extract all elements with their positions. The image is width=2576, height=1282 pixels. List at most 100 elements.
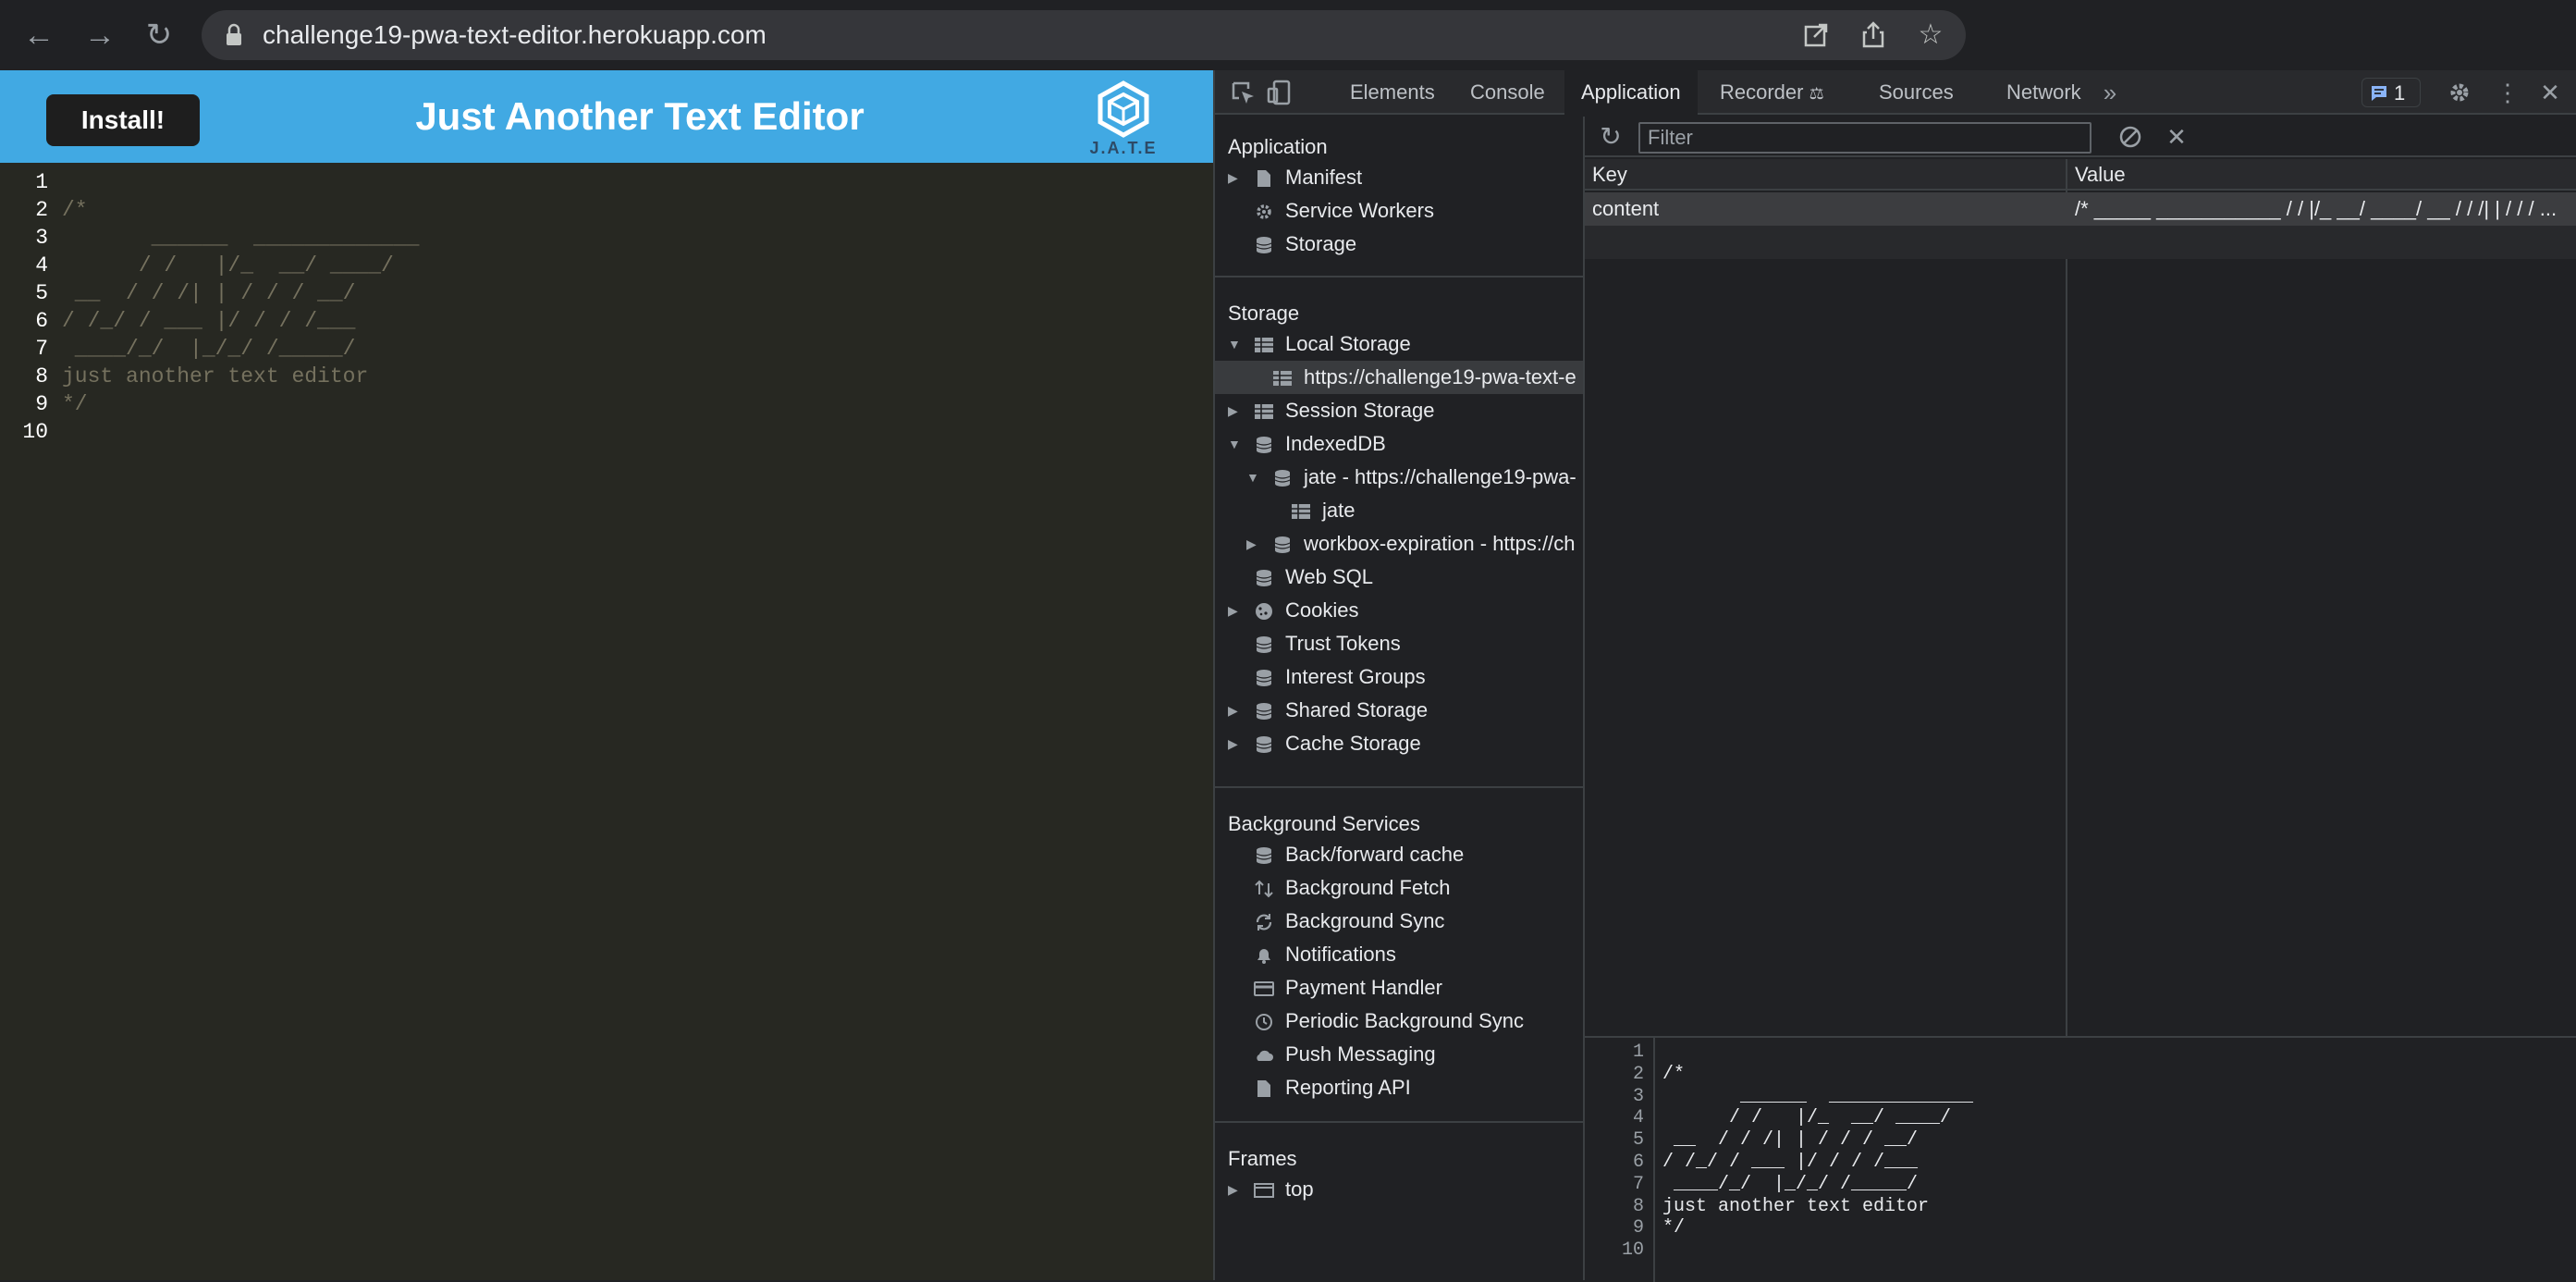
- sidebar-item-interest-groups[interactable]: Interest Groups: [1215, 660, 1583, 694]
- database-icon: [1274, 536, 1291, 553]
- clear-all-icon[interactable]: [2116, 122, 2145, 152]
- expand-right-icon[interactable]: ▶: [1228, 394, 1243, 427]
- expand-down-icon[interactable]: ▼: [1228, 327, 1243, 361]
- filter-input[interactable]: [1638, 122, 2091, 154]
- code-line[interactable]: ______ _____________: [62, 226, 420, 250]
- expand-right-icon[interactable]: ▶: [1246, 527, 1261, 561]
- code-editor[interactable]: 1 2 /* 3 ______ _____________ 4 / / |/_ __/ …: [0, 163, 1213, 1280]
- tab-recorder[interactable]: Recorder ⚖: [1703, 70, 1841, 115]
- sidebar-item-label: Web SQL: [1285, 565, 1373, 588]
- expand-right-icon[interactable]: ▶: [1228, 727, 1243, 760]
- code-line[interactable]: / / |/_ __/ ____/: [62, 253, 394, 277]
- sidebar-item-push-messaging[interactable]: Push Messaging: [1215, 1038, 1583, 1071]
- sidebar-item-web-sql[interactable]: Web SQL: [1215, 561, 1583, 594]
- issues-count: 1: [2394, 81, 2406, 105]
- inspect-element-icon[interactable]: [1228, 78, 1257, 107]
- code-line[interactable]: / /_/ / ___ |/ / / /___: [62, 309, 355, 333]
- browser-toolbar: ← → ↻ challenge19-pwa-text-editor.heroku…: [0, 0, 2576, 70]
- code-line[interactable]: /*: [62, 198, 88, 222]
- database-icon: [1256, 636, 1272, 653]
- sidebar-item-trust-tokens[interactable]: Trust Tokens: [1215, 627, 1583, 660]
- sidebar-item-local-storage-origin[interactable]: https://challenge19-pwa-text-e: [1215, 361, 1583, 394]
- line-number: 6: [35, 309, 48, 333]
- share-icon[interactable]: [1858, 20, 1888, 50]
- storage-toolbar: ↻ ✕: [1585, 117, 2576, 157]
- table-grid-icon: [1255, 404, 1273, 419]
- close-icon[interactable]: ✕: [2535, 78, 2565, 107]
- more-tabs-chevron-icon[interactable]: »: [2095, 78, 2125, 107]
- install-button[interactable]: Install!: [46, 94, 200, 146]
- reload-icon[interactable]: ↻: [141, 17, 178, 54]
- sidebar-item-indexeddb[interactable]: ▼ IndexedDB: [1215, 427, 1583, 461]
- cell-key[interactable]: content: [1585, 192, 2066, 226]
- url-text[interactable]: challenge19-pwa-text-editor.herokuapp.co…: [263, 10, 767, 60]
- sidebar-item-reporting-api[interactable]: Reporting API: [1215, 1071, 1583, 1104]
- sidebar-item-back-forward-cache[interactable]: Back/forward cache: [1215, 838, 1583, 871]
- expand-down-icon[interactable]: ▼: [1246, 461, 1261, 494]
- forward-arrow-icon[interactable]: →: [81, 17, 118, 54]
- sidebar-item-label: Local Storage: [1285, 332, 1411, 355]
- sidebar-item-background-fetch[interactable]: Background Fetch: [1215, 871, 1583, 905]
- open-in-app-icon[interactable]: [1801, 20, 1831, 50]
- expand-down-icon[interactable]: ▼: [1228, 427, 1243, 461]
- section-title-frames: Frames: [1228, 1147, 1297, 1170]
- sidebar-item-periodic-background-sync[interactable]: Periodic Background Sync: [1215, 1005, 1583, 1038]
- line-number: 8: [35, 364, 48, 388]
- bookmark-star-icon[interactable]: ☆: [1916, 20, 1945, 50]
- sidebar-item-session-storage[interactable]: ▶ Session Storage: [1215, 394, 1583, 427]
- database-icon: [1256, 437, 1272, 453]
- sidebar-item-manifest[interactable]: ▶ Manifest: [1215, 161, 1583, 194]
- preview-line-number: 5: [1632, 1129, 1644, 1152]
- sidebar-item-label: Shared Storage: [1285, 698, 1429, 721]
- code-line[interactable]: __ / / /| | / / / __/: [62, 281, 356, 305]
- tab-console[interactable]: Console: [1454, 70, 1562, 115]
- expand-right-icon[interactable]: ▶: [1228, 161, 1243, 194]
- expand-right-icon[interactable]: ▶: [1228, 594, 1243, 627]
- sidebar-item-jate-database[interactable]: ▼ jate - https://challenge19-pwa-: [1215, 461, 1583, 494]
- sidebar-item-workbox-expiration[interactable]: ▶ workbox-expiration - https://ch: [1215, 527, 1583, 561]
- column-header-value[interactable]: Value: [2067, 159, 2576, 191]
- delete-selected-icon[interactable]: ✕: [2162, 122, 2191, 152]
- expand-right-icon[interactable]: ▶: [1228, 1173, 1243, 1206]
- code-line[interactable]: just another text editor: [62, 364, 368, 388]
- code-line[interactable]: */: [62, 392, 88, 416]
- section-title-storage: Storage: [1228, 302, 1300, 325]
- device-toolbar-icon[interactable]: [1265, 78, 1294, 107]
- back-arrow-icon[interactable]: ←: [20, 17, 57, 54]
- tab-elements[interactable]: Elements: [1333, 70, 1452, 115]
- address-bar[interactable]: challenge19-pwa-text-editor.herokuapp.co…: [202, 10, 1966, 60]
- tab-application[interactable]: Application: [1564, 70, 1698, 115]
- code-line[interactable]: ____/_/ |_/_/ /_____/: [62, 337, 356, 361]
- sidebar-item-service-workers[interactable]: Service Workers: [1215, 194, 1583, 228]
- sidebar-item-cache-storage[interactable]: ▶ Cache Storage: [1215, 727, 1583, 760]
- sidebar-item-storage[interactable]: Storage: [1215, 228, 1583, 261]
- sidebar-item-label: Background Sync: [1285, 909, 1445, 932]
- cell-value[interactable]: /* _____ ___________ / / |/_ __/ ____/ _…: [2067, 192, 2576, 226]
- tab-network[interactable]: Network: [1990, 70, 2098, 115]
- sidebar-item-notifications[interactable]: Notifications: [1215, 938, 1583, 971]
- line-number: 5: [35, 281, 48, 305]
- sidebar-item-label: Session Storage: [1285, 399, 1435, 422]
- issues-badge[interactable]: 1: [2361, 78, 2421, 107]
- section-title-application: Application: [1228, 135, 1328, 158]
- column-divider[interactable]: [2066, 159, 2067, 1038]
- sidebar-item-cookies[interactable]: ▶ Cookies: [1215, 594, 1583, 627]
- sidebar-item-label: Reporting API: [1285, 1076, 1411, 1099]
- settings-gear-icon[interactable]: [2445, 78, 2474, 107]
- tab-sources[interactable]: Sources: [1862, 70, 1970, 115]
- sidebar-item-frame-top[interactable]: ▶ top: [1215, 1173, 1583, 1206]
- sidebar-item-jate-store[interactable]: jate: [1215, 494, 1583, 527]
- refresh-icon[interactable]: ↻: [1596, 122, 1625, 152]
- sync-icon: [1256, 914, 1272, 931]
- sidebar-item-local-storage[interactable]: ▼ Local Storage: [1215, 327, 1583, 361]
- preview-code-line: just another text editor: [1662, 1195, 1930, 1217]
- sidebar-item-payment-handler[interactable]: Payment Handler: [1215, 971, 1583, 1005]
- column-header-key[interactable]: Key: [1585, 159, 2066, 191]
- table-row[interactable]: content/* _____ ___________ / / |/_ __/ …: [1585, 192, 2576, 226]
- sidebar-item-shared-storage[interactable]: ▶ Shared Storage: [1215, 694, 1583, 727]
- sidebar-item-label: top: [1285, 1177, 1314, 1201]
- expand-right-icon[interactable]: ▶: [1228, 694, 1243, 727]
- app-header: Just Another Text Editor Install! J.A.T.…: [0, 70, 1213, 163]
- sidebar-item-background-sync[interactable]: Background Sync: [1215, 905, 1583, 938]
- more-options-icon[interactable]: ⋮: [2493, 78, 2522, 107]
